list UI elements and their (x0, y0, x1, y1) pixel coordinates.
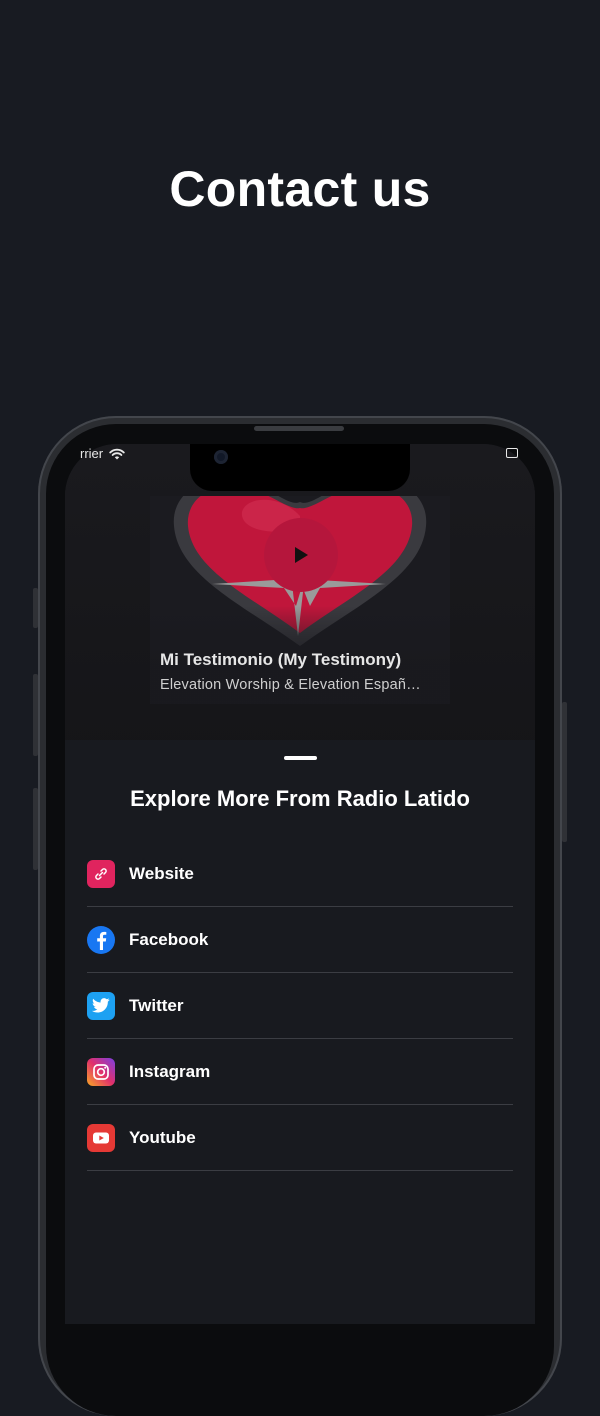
carrier-label: rrier (80, 446, 104, 461)
link-website[interactable]: Website (87, 841, 513, 907)
track-artist: Elevation Worship & Elevation Españ… (160, 677, 421, 693)
link-label: Facebook (129, 929, 209, 949)
play-button[interactable] (264, 518, 338, 592)
link-youtube[interactable]: Youtube (87, 1105, 513, 1171)
track-title: Mi Testimonio (My Testimony) (160, 650, 402, 669)
sheet-grabber[interactable] (284, 756, 317, 760)
phone-speaker (254, 426, 344, 431)
link-facebook[interactable]: Facebook (87, 907, 513, 973)
play-icon (295, 547, 308, 563)
link-icon (87, 859, 115, 888)
camera-icon (214, 450, 228, 464)
page-headline: Contact us (169, 161, 431, 217)
wifi-icon (109, 448, 125, 459)
phone-power-button (562, 702, 567, 842)
youtube-icon (87, 1123, 115, 1152)
facebook-icon (87, 925, 115, 954)
link-label: Twitter (129, 995, 184, 1015)
link-label: Youtube (129, 1127, 196, 1147)
link-list: Website Facebook Twitter Instagram Youtu… (87, 841, 513, 1171)
twitter-icon (87, 991, 115, 1020)
link-instagram[interactable]: Instagram (87, 1039, 513, 1105)
instagram-icon (87, 1057, 115, 1086)
link-label: Website (129, 863, 194, 883)
sheet-title: Explore More From Radio Latido (130, 786, 470, 811)
battery-icon (506, 448, 518, 458)
status-bar-carrier: rrier (80, 446, 125, 461)
link-label: Instagram (129, 1061, 211, 1081)
link-twitter[interactable]: Twitter (87, 973, 513, 1039)
